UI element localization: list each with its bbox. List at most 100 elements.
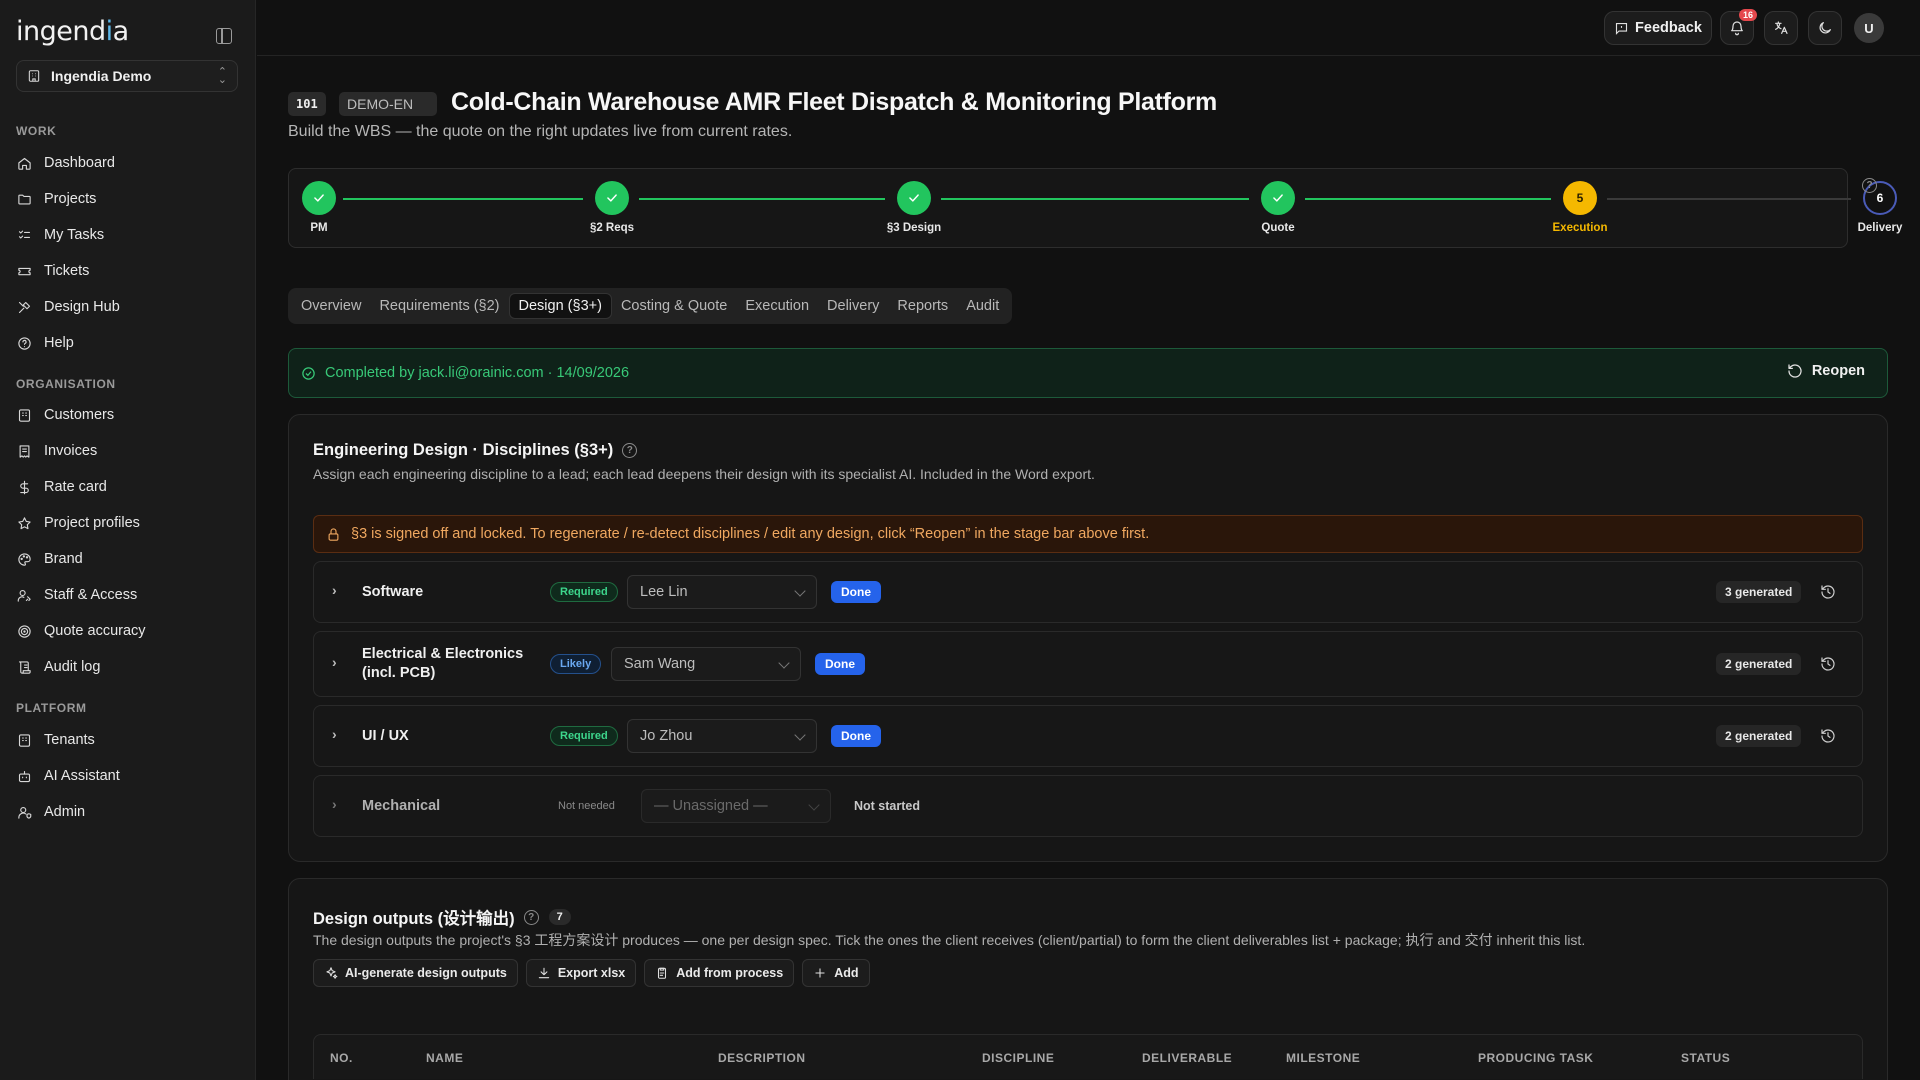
project-tabs: Overview Requirements (§2) Design (§3+) … bbox=[288, 288, 1013, 324]
reopen-button[interactable]: Reopen bbox=[1787, 363, 1865, 379]
sparkles-icon bbox=[326, 967, 338, 979]
user-key-icon bbox=[16, 587, 32, 603]
chevron-right-icon[interactable]: › bbox=[332, 796, 337, 812]
column-header[interactable]: NO. bbox=[330, 1051, 353, 1065]
sidebar-item-rate-card[interactable]: Rate card bbox=[16, 473, 238, 501]
ai-generate-button[interactable]: AI-generate design outputs bbox=[313, 959, 518, 987]
lead-select[interactable]: Jo Zhou bbox=[627, 719, 817, 753]
tab-design[interactable]: Design (§3+) bbox=[508, 293, 612, 319]
step-pm[interactable] bbox=[302, 181, 336, 215]
column-header[interactable]: PRODUCING TASK bbox=[1478, 1051, 1593, 1065]
column-header[interactable]: STATUS bbox=[1681, 1051, 1730, 1065]
generated-count: 2 generated bbox=[1716, 653, 1802, 675]
check-icon bbox=[1273, 194, 1283, 202]
sidebar-item-tenants[interactable]: Tenants bbox=[16, 726, 238, 754]
column-header[interactable]: NAME bbox=[426, 1051, 463, 1065]
column-header[interactable]: DISCIPLINE bbox=[982, 1051, 1054, 1065]
sidebar-item-design-hub[interactable]: Design Hub bbox=[16, 293, 238, 321]
add-button[interactable]: Add bbox=[802, 959, 870, 987]
sidebar-item-label: Audit log bbox=[44, 659, 101, 675]
design-outputs-title: Design outputs (设计输出)? 7 bbox=[313, 905, 571, 929]
status-text: Not started bbox=[854, 799, 920, 813]
sidebar-item-label: Tenants bbox=[44, 732, 95, 748]
column-header[interactable]: DESCRIPTION bbox=[718, 1051, 806, 1065]
sidebar-item-quote-accuracy[interactable]: Quote accuracy bbox=[16, 617, 238, 645]
column-header[interactable]: MILESTONE bbox=[1286, 1051, 1360, 1065]
tab-requirements[interactable]: Requirements (§2) bbox=[370, 294, 508, 318]
bell-icon bbox=[1731, 21, 1743, 36]
column-header[interactable]: DELIVERABLE bbox=[1142, 1051, 1232, 1065]
tab-reports[interactable]: Reports bbox=[888, 294, 957, 318]
sidebar-toggle-icon[interactable] bbox=[216, 28, 232, 44]
sidebar-item-audit-log[interactable]: Audit log bbox=[16, 653, 238, 681]
outputs-table-header: NO. NAME DESCRIPTION DISCIPLINE DELIVERA… bbox=[313, 1034, 1863, 1079]
discipline-row-software[interactable]: › Software Required Lee Lin Done 3 gener… bbox=[313, 561, 1863, 623]
check-icon bbox=[607, 194, 617, 202]
sidebar-item-brand[interactable]: Brand bbox=[16, 545, 238, 573]
sidebar-item-invoices[interactable]: Invoices bbox=[16, 437, 238, 465]
section-label-platform: PLATFORM bbox=[16, 701, 87, 715]
lead-select[interactable]: — Unassigned — bbox=[641, 789, 831, 823]
chevron-right-icon[interactable]: › bbox=[332, 582, 337, 598]
sidebar-item-ai-assistant[interactable]: AI Assistant bbox=[16, 762, 238, 790]
sidebar-item-customers[interactable]: Customers bbox=[16, 401, 238, 429]
section-label-work: WORK bbox=[16, 124, 57, 138]
tab-audit[interactable]: Audit bbox=[957, 294, 1008, 318]
history-icon[interactable] bbox=[1820, 584, 1836, 600]
language-button[interactable] bbox=[1764, 11, 1798, 45]
sidebar-item-tickets[interactable]: Tickets bbox=[16, 257, 238, 285]
sidebar-item-label: Project profiles bbox=[44, 515, 140, 531]
feedback-button[interactable]: Feedback bbox=[1604, 11, 1712, 45]
sidebar-item-label: Design Hub bbox=[44, 299, 120, 315]
sidebar-item-my-tasks[interactable]: My Tasks bbox=[16, 221, 238, 249]
sidebar-item-projects[interactable]: Projects bbox=[16, 185, 238, 213]
discipline-name: Mechanical bbox=[362, 798, 441, 814]
help-icon[interactable]: ? bbox=[622, 443, 638, 458]
tab-execution[interactable]: Execution bbox=[736, 294, 818, 318]
tenant-switcher[interactable]: Ingendia Demo ⌃ ⌄ bbox=[16, 60, 238, 92]
sidebar-item-help[interactable]: Help bbox=[16, 329, 238, 357]
tenant-name: Ingendia Demo bbox=[51, 68, 152, 84]
discipline-name: UI / UX bbox=[362, 728, 409, 744]
notification-count-badge: 16 bbox=[1739, 9, 1758, 21]
history-icon[interactable] bbox=[1820, 728, 1836, 744]
lead-select[interactable]: Sam Wang bbox=[611, 647, 801, 681]
sidebar-item-staff-access[interactable]: Staff & Access bbox=[16, 581, 238, 609]
step-design[interactable] bbox=[897, 181, 931, 215]
stepper-help-icon[interactable]: ? bbox=[1862, 178, 1877, 193]
discipline-row-ui-ux[interactable]: › UI / UX Required Jo Zhou Done 2 genera… bbox=[313, 705, 1863, 767]
brand-logo[interactable]: ingendia bbox=[16, 16, 129, 47]
design-outputs-title-text: Design outputs (设计输出) bbox=[313, 910, 515, 928]
sidebar-item-dashboard[interactable]: Dashboard bbox=[16, 149, 238, 177]
sidebar-item-project-profiles[interactable]: Project profiles bbox=[16, 509, 238, 537]
lead-select[interactable]: Lee Lin bbox=[627, 575, 817, 609]
add-from-process-button[interactable]: Add from process bbox=[644, 959, 795, 987]
tab-delivery[interactable]: Delivery bbox=[818, 294, 888, 318]
lead-value: — Unassigned — bbox=[654, 798, 768, 814]
step-reqs[interactable] bbox=[595, 181, 629, 215]
discipline-row-mechanical[interactable]: › Mechanical Not needed — Unassigned — N… bbox=[313, 775, 1863, 837]
discipline-row-electrical[interactable]: › Electrical & Electronics (incl. PCB) L… bbox=[313, 631, 1863, 697]
sidebar-item-label: AI Assistant bbox=[44, 768, 120, 784]
section-label-organisation: ORGANISATION bbox=[16, 377, 116, 391]
sidebar-item-admin[interactable]: Admin bbox=[16, 798, 238, 826]
button-label: Export xlsx bbox=[557, 966, 626, 980]
tab-overview[interactable]: Overview bbox=[292, 294, 370, 318]
history-icon[interactable] bbox=[1820, 656, 1836, 672]
clipboard-icon bbox=[658, 967, 667, 979]
step-quote[interactable] bbox=[1261, 181, 1295, 215]
help-icon[interactable]: ? bbox=[523, 909, 539, 925]
stage-stepper: PM §2 Reqs §3 Design Quote 5 Execution 6… bbox=[288, 168, 1902, 248]
step-execution[interactable]: 5 bbox=[1563, 181, 1597, 215]
plus-icon bbox=[815, 968, 825, 978]
avatar[interactable]: U bbox=[1854, 13, 1884, 43]
theme-toggle-button[interactable] bbox=[1808, 11, 1842, 45]
sidebar-item-label: Quote accuracy bbox=[44, 623, 146, 639]
design-outputs-actions: AI-generate design outputs Export xlsx A… bbox=[313, 959, 870, 987]
export-xlsx-button[interactable]: Export xlsx bbox=[525, 959, 637, 987]
tab-costing-quote[interactable]: Costing & Quote bbox=[612, 294, 736, 318]
folder-icon bbox=[16, 191, 32, 207]
chevron-right-icon[interactable]: › bbox=[332, 726, 337, 742]
chevron-right-icon[interactable]: › bbox=[332, 654, 337, 670]
notifications-button[interactable]: 16 bbox=[1720, 9, 1758, 45]
